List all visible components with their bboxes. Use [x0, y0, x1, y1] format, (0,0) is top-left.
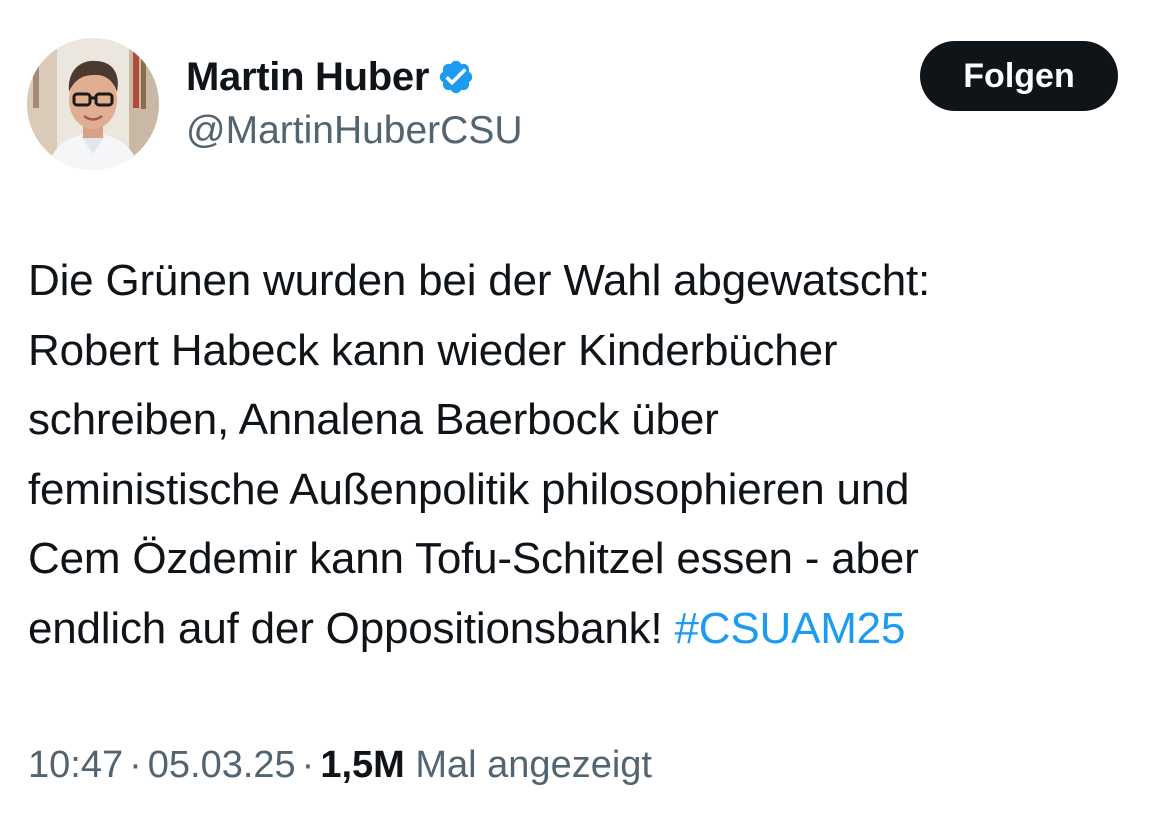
tweet-text: Die Grünen wurden bei der Wahl abgewatsc…: [28, 246, 1148, 664]
profile-photo-icon: [27, 38, 159, 170]
tweet-line: Die Grünen wurden bei der Wahl abgewatsc…: [28, 256, 931, 305]
views-count: 1,5M: [320, 744, 405, 786]
hashtag-link[interactable]: #CSUAM25: [675, 604, 906, 653]
views-label: Mal angezeigt: [415, 744, 652, 786]
tweet-date[interactable]: 05.03.25: [148, 744, 296, 786]
meta-separator: ·: [129, 744, 142, 786]
tweet-line: Robert Habeck kann wieder Kinderbücher: [28, 325, 838, 375]
tweet-line-last: endlich auf der Oppositionsbank! #CSUAM2…: [28, 594, 1148, 664]
author-name-row: Martin Huber: [186, 52, 475, 102]
verified-badge-icon[interactable]: [437, 58, 475, 96]
tweet-card: Martin Huber @MartinHuberCSU Folgen Die …: [0, 0, 1170, 835]
tweet-line: feministische Außenpolitik philosophiere…: [28, 464, 910, 514]
meta-separator: ·: [301, 744, 315, 786]
avatar[interactable]: [27, 38, 159, 170]
tweet-line: schreiben, Annalena Baerbock über: [28, 395, 719, 445]
follow-button[interactable]: Folgen: [920, 41, 1118, 111]
tweet-line: Cem Özdemir kann Tofu-Schitzel essen - a…: [28, 534, 919, 584]
tweet-meta: 10:47 · 05.03.25 · 1,5M Mal angezeigt: [28, 740, 652, 790]
tweet-line-text: endlich auf der Oppositionsbank!: [28, 603, 663, 653]
display-name[interactable]: Martin Huber: [186, 52, 429, 102]
tweet-time[interactable]: 10:47: [28, 744, 123, 786]
author-handle[interactable]: @MartinHuberCSU: [186, 106, 523, 156]
